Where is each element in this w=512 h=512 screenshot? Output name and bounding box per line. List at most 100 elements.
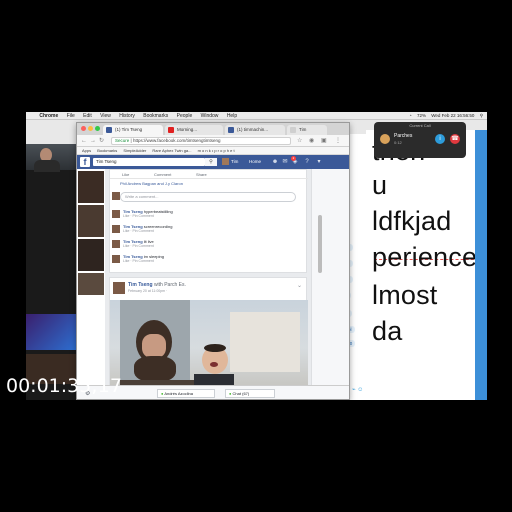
tab-label: (1) timmachin... (237, 127, 269, 132)
tab-label: (1) Tim Tseng (115, 127, 143, 132)
search-input[interactable]: Tim Tseng (93, 158, 205, 166)
attach-icon[interactable]: ⌁ ☺ (352, 386, 363, 393)
tab-facebook[interactable]: (1) Tim Tseng (103, 125, 163, 135)
photo-thumbnail[interactable] (78, 273, 104, 295)
photo-thumbnail[interactable] (78, 171, 104, 203)
url-text: https://www.facebook.com/timtsengtimtsen… (132, 138, 221, 143)
menu-history[interactable]: History (119, 112, 135, 120)
forward-icon[interactable]: → (90, 137, 96, 145)
extension-icon[interactable]: ◉ (309, 137, 314, 145)
secure-label: Secure (115, 138, 130, 143)
menu-icon[interactable]: ⋮ (335, 137, 341, 145)
likers-text[interactable]: Phil Andrew Bagpan and J.y Claron (120, 181, 183, 186)
dropdown-icon[interactable]: ▾ (315, 158, 323, 166)
timecode-overlay: 00:01:35;17 (6, 375, 122, 397)
photo-thumbnail[interactable] (78, 239, 104, 271)
menu-edit[interactable]: Edit (83, 112, 92, 120)
avatar[interactable] (113, 282, 125, 294)
chat-tab[interactable]: ● Chat (67) (225, 389, 275, 398)
spotlight-icon[interactable]: ⚲ (480, 112, 483, 120)
chat-tab-label: Andrés Azocllna (164, 391, 193, 396)
minimize-window-icon[interactable] (88, 126, 93, 131)
comment-meta[interactable]: Like · Pin Comment (123, 214, 154, 219)
webcam-strip (26, 144, 77, 400)
close-window-icon[interactable] (81, 126, 86, 131)
back-icon[interactable]: ← (81, 137, 87, 145)
bookmark-simpleadder[interactable]: SimpleAdder (123, 148, 146, 153)
doc-line[interactable]: perience (372, 242, 477, 272)
page-favicon-icon (290, 127, 296, 133)
comment-button[interactable]: Comment (154, 170, 171, 179)
facebook-favicon-icon (228, 127, 234, 133)
call-duration: 0:12 (394, 140, 402, 145)
caller-name: Parches (394, 133, 413, 139)
reload-icon[interactable]: ↻ (99, 137, 104, 145)
battery-level[interactable]: 72% (417, 112, 426, 120)
comment-meta[interactable]: Like · Pin Comment (123, 229, 154, 234)
share-button[interactable]: Share (196, 170, 207, 179)
chat-tab[interactable]: ● Andrés Azocllna (157, 389, 215, 398)
messages-icon[interactable]: ✉ (281, 158, 289, 166)
doc-line[interactable]: u (372, 170, 387, 200)
menu-app-name[interactable]: Chrome (39, 112, 58, 120)
menubar-status: ◔ 72% Wed Feb 22 16:56:50 ⚲ (405, 112, 483, 120)
more-options-icon[interactable]: ⌄ (297, 282, 302, 289)
help-icon[interactable]: ? (303, 158, 311, 166)
webcam-feed (26, 144, 77, 172)
info-icon[interactable]: i (435, 134, 445, 144)
photo-thumbnail[interactable] (78, 205, 104, 237)
doc-line[interactable]: lmost (372, 280, 438, 310)
friend-requests-icon[interactable]: ☻ (271, 158, 279, 166)
doc-line[interactable]: ldfkjad (372, 206, 451, 236)
chat-sidebar (311, 169, 349, 399)
caller-avatar (380, 134, 390, 144)
menubar-clock[interactable]: Wed Feb 22 16:56:50 (431, 112, 474, 120)
document-editor: then u ldfkjad perience lmost da (366, 130, 487, 400)
menu-bookmarks[interactable]: Bookmarks (143, 112, 168, 120)
comment-input[interactable]: Write a comment... (120, 192, 296, 202)
post-author[interactable]: Tim Tseng (128, 282, 153, 288)
desktop-screen: Chrome File Edit View History Bookmarks … (26, 112, 487, 400)
post-timestamp[interactable]: February 20 at 11:00pm · (128, 289, 167, 293)
bookmark-aphex[interactable]: Rare Aphex Twin ga... (152, 148, 191, 153)
menu-view[interactable]: View (100, 112, 111, 120)
scrollbar[interactable] (318, 215, 322, 273)
search-icon[interactable]: ⚲ (205, 158, 217, 166)
doc-line[interactable]: da (372, 316, 402, 346)
tab-other[interactable]: Tim (287, 125, 327, 135)
avatar (112, 255, 120, 263)
profile-link[interactable]: Tim (222, 158, 238, 166)
home-link[interactable]: Home (249, 158, 261, 166)
star-icon[interactable]: ☆ (297, 137, 302, 145)
current-call-popup: Current Call Parches 0:12 i ☎ (374, 122, 466, 158)
comment-meta[interactable]: Like · Pin Comment (123, 244, 154, 249)
url-input[interactable]: Secure | https://www.facebook.com/timtse… (111, 137, 291, 145)
post-card: Like Comment Share Phil Andrew Bagpan an… (109, 169, 308, 273)
phone-hangup-icon[interactable]: ☎ (450, 134, 460, 144)
notification-badge: 2 (291, 156, 296, 161)
youtube-favicon-icon (168, 127, 174, 133)
comment-meta[interactable]: Like · Pin Comment (123, 259, 154, 264)
bookmark-monk[interactable]: m o n k • p r o p h e t (198, 148, 235, 153)
tab-facebook-2[interactable]: (1) timmachin... (225, 125, 285, 135)
photo-column (77, 169, 105, 399)
bookmark-apps[interactable]: Apps (82, 148, 91, 153)
post-with[interactable]: with Parch Es. (154, 282, 186, 288)
tab-youtube[interactable]: Morning... (165, 125, 223, 135)
wifi-icon[interactable]: ◔ (409, 112, 412, 120)
menu-file[interactable]: File (67, 112, 75, 120)
like-button[interactable]: Like (122, 170, 129, 179)
video-thumbnail[interactable] (26, 314, 77, 350)
bookmark-bookmarks[interactable]: Bookmarks (97, 148, 117, 153)
avatar (112, 240, 120, 248)
menu-help[interactable]: Help (227, 112, 237, 120)
zoom-window-icon[interactable] (95, 126, 100, 131)
extension-icon[interactable]: ▣ (321, 137, 327, 145)
tab-bar: (1) Tim Tseng Morning... (1) timmachin..… (77, 123, 349, 135)
facebook-logo-icon[interactable]: f (80, 157, 90, 167)
menu-window[interactable]: Window (201, 112, 219, 120)
call-title: Current Call (409, 123, 431, 128)
doc-sidebar (475, 130, 487, 400)
menu-people[interactable]: People (177, 112, 193, 120)
avatar (112, 192, 120, 200)
